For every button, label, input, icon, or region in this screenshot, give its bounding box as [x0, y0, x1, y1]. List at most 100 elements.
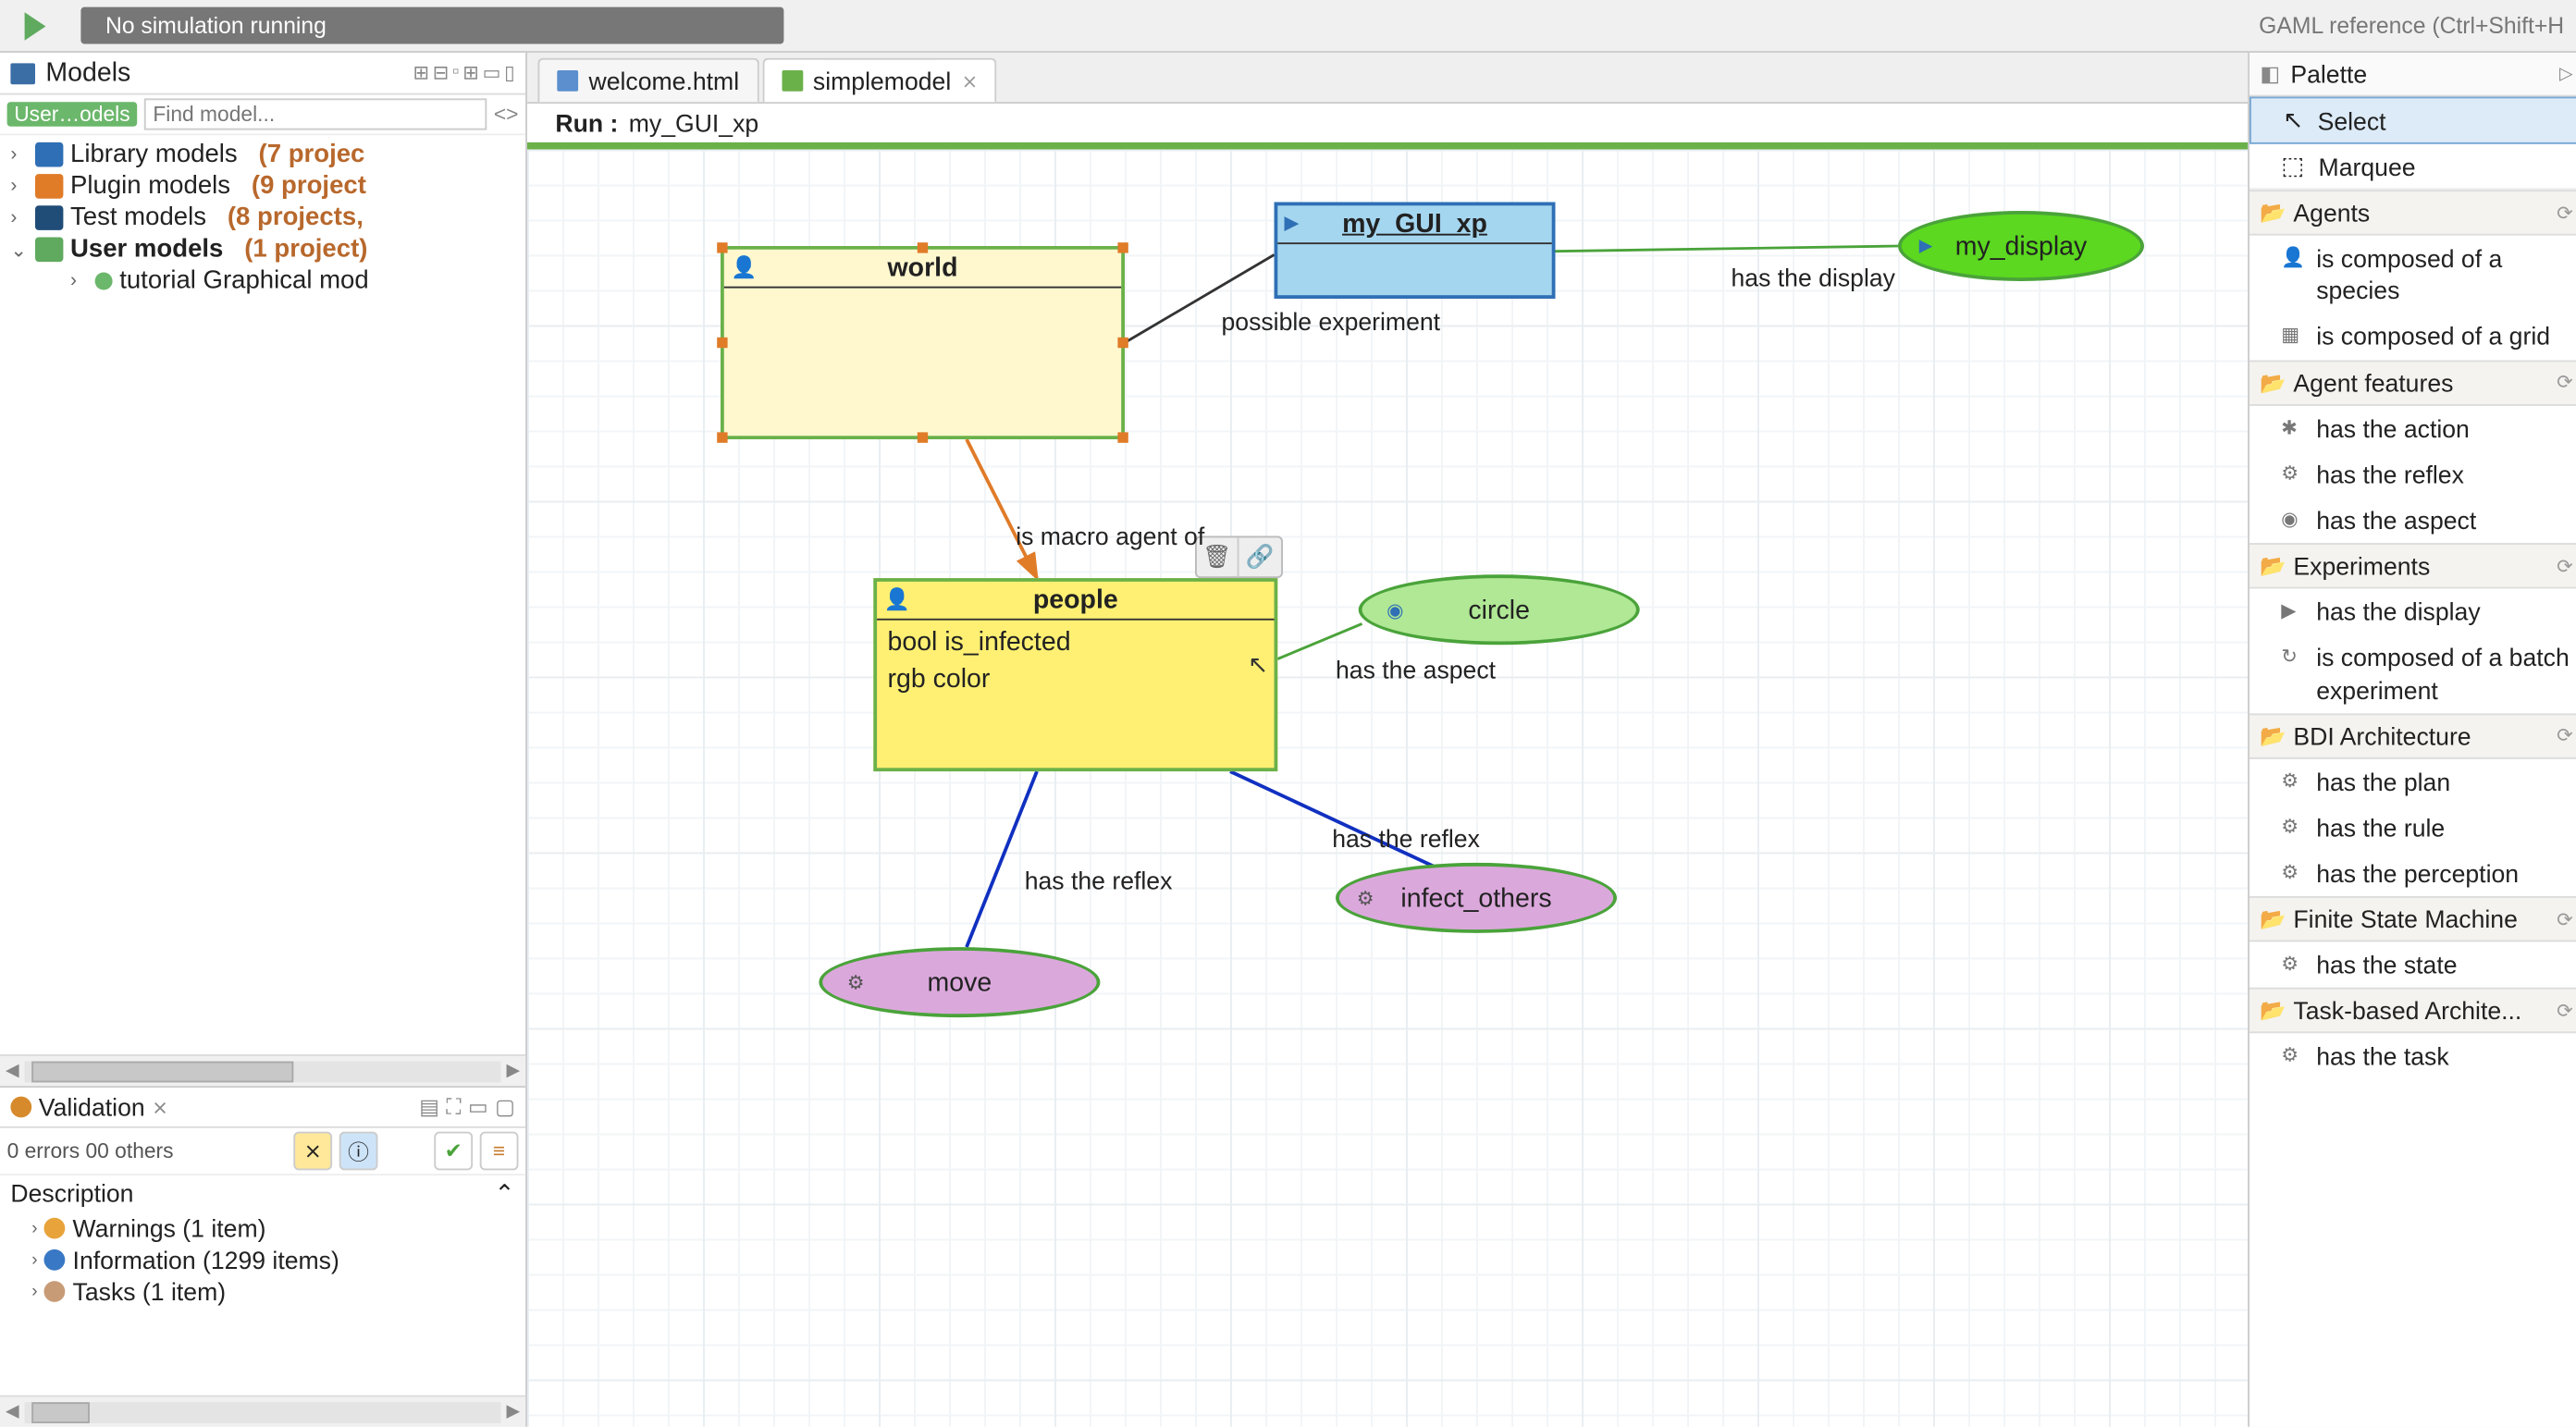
cycle-icon[interactable]: ⟳ [2557, 908, 2573, 931]
models-tree[interactable]: › Library models (7 projec › Plugin mode… [0, 135, 525, 297]
palette-cat-bdi[interactable]: 📂 BDI Architecture ⟳ [2249, 713, 2576, 758]
palette-cat-fsm[interactable]: 📂 Finite State Machine ⟳ [2249, 896, 2576, 941]
btn-icon[interactable]: ▫ [452, 62, 459, 85]
btn-icon[interactable]: ▯ [504, 62, 515, 85]
palette-item[interactable]: ↻is composed of a batch experiment [2249, 634, 2576, 712]
palette-item[interactable]: ⚙has the perception [2249, 851, 2576, 897]
expander-icon[interactable]: › [10, 144, 28, 166]
node-display[interactable]: ▶ my_display [1898, 211, 2144, 281]
palette-item[interactable]: ⚙has the task [2249, 1034, 2576, 1080]
gaml-reference-hint: GAML reference (Ctrl+Shift+H [2259, 12, 2576, 39]
expander-icon[interactable]: ⌄ [10, 238, 28, 261]
palette-item[interactable]: ⚙has the rule [2249, 805, 2576, 851]
tree-count: (9 project [252, 172, 366, 200]
expander-icon[interactable]: › [10, 176, 28, 197]
close-icon[interactable]: ⨯ [152, 1096, 168, 1119]
palette-cat-features[interactable]: 📂 Agent features ⟳ [2249, 360, 2576, 405]
person-icon: 👤 [884, 587, 910, 612]
btn-icon[interactable]: ⊟ [433, 62, 450, 85]
max-icon[interactable]: ▢ [495, 1094, 515, 1121]
expand-icon[interactable]: ⛶ [446, 1094, 461, 1121]
node-experiment[interactable]: ▶my_GUI_xp [1275, 203, 1556, 300]
cycle-icon[interactable]: ⟳ [2557, 555, 2573, 578]
tree-label[interactable]: tutorial Graphical mod [119, 267, 369, 295]
palette-item[interactable]: ⚙has the reflex [2249, 451, 2576, 498]
find-model-input[interactable] [144, 98, 487, 129]
palette-item[interactable]: ▦is composed of a grid [2249, 314, 2576, 360]
node-aspect-circle[interactable]: ◉ circle [1359, 574, 1640, 645]
play-icon: ▶ [2281, 599, 2302, 624]
info-toggle[interactable]: ⓘ [339, 1132, 378, 1171]
tree-count: (1 project) [244, 236, 367, 264]
collapse-icon[interactable]: ▷ [2559, 64, 2573, 83]
nav-fwd[interactable]: > [506, 102, 518, 127]
cat-label: Experiments [2293, 552, 2430, 580]
scroll-right-icon[interactable]: ▶ [501, 1062, 526, 1081]
palette-item[interactable]: 👤is composed of a species [2249, 236, 2576, 314]
cycle-icon[interactable]: ⟳ [2557, 202, 2573, 225]
validation-tab-label[interactable]: Validation [39, 1093, 145, 1121]
palette-item[interactable]: ⚙has the state [2249, 942, 2576, 989]
warning-icon [44, 1218, 66, 1239]
palette-cat-task[interactable]: 📂 Task-based Archite... ⟳ [2249, 989, 2576, 1034]
hscrollbar[interactable]: ◀ ▶ [0, 1396, 525, 1427]
item-label: has the state [2316, 949, 2457, 981]
palette-cat-agents[interactable]: 📂 Agents ⟳ [2249, 190, 2576, 235]
palette-item[interactable]: ◉has the aspect [2249, 498, 2576, 544]
close-icon[interactable]: ⨯ [962, 69, 979, 92]
expander-icon[interactable]: › [31, 1250, 37, 1270]
node-reflex-move[interactable]: ⚙ move [819, 947, 1100, 1017]
expander-icon[interactable]: › [10, 207, 28, 228]
palette-item[interactable]: ✱has the action [2249, 405, 2576, 451]
btn-icon[interactable]: ⊞ [413, 62, 429, 85]
simulation-status: No simulation running [80, 7, 783, 44]
edge-label: possible experiment [1222, 308, 1441, 336]
diagram-canvas[interactable]: 👤world ▶my_GUI_xp ▶ my_display 👤people b… [527, 150, 2248, 1427]
tree-label[interactable]: Library models [70, 141, 238, 168]
scroll-left-icon[interactable]: ◀ [0, 1402, 25, 1421]
tree-label[interactable]: Test models [70, 203, 206, 231]
node-people[interactable]: 👤people bool is_infected rgb color [873, 578, 1277, 771]
node-mini-toolbar[interactable]: 🗑 🔗 [1195, 536, 1283, 579]
warn-toggle[interactable]: ⨯ [293, 1132, 332, 1171]
validation-item[interactable]: Tasks (1 item) [73, 1277, 227, 1305]
user-filter[interactable]: User…odels [7, 102, 138, 127]
cycle-icon[interactable]: ⟳ [2557, 724, 2573, 747]
palette-item[interactable]: ▶has the display [2249, 589, 2576, 635]
node-world[interactable]: 👤world [721, 246, 1125, 439]
scroll-right-icon[interactable]: ▶ [501, 1402, 526, 1421]
expander-icon[interactable]: › [31, 1282, 37, 1301]
palette-item[interactable]: ⚙has the plan [2249, 758, 2576, 805]
palette-cat-experiments[interactable]: 📂 Experiments ⟳ [2249, 543, 2576, 588]
scroll-left-icon[interactable]: ◀ [0, 1062, 25, 1081]
cycle-icon[interactable]: ⟳ [2557, 371, 2573, 394]
btn-icon[interactable]: ⊞ [462, 62, 479, 85]
validation-item[interactable]: Warnings (1 item) [73, 1214, 266, 1242]
nav-back[interactable]: < [494, 102, 506, 127]
tree-label[interactable]: Plugin models [70, 172, 230, 200]
validation-item[interactable]: Information (1299 items) [73, 1246, 339, 1273]
palette-tool-select[interactable]: ↖ Select [2249, 97, 2576, 144]
hscrollbar[interactable]: ◀ ▶ [0, 1054, 525, 1086]
check-toggle[interactable]: ✔ [434, 1132, 473, 1171]
list-toggle[interactable]: ≡ [480, 1132, 519, 1171]
cycle-icon[interactable]: ⟳ [2557, 1000, 2573, 1023]
run-target[interactable]: my_GUI_xp [629, 109, 758, 137]
gear-icon: ⚙ [1357, 887, 1374, 910]
editor-tab-welcome[interactable]: welcome.html [537, 58, 758, 102]
node-reflex-infect[interactable]: ⚙ infect_others [1336, 863, 1617, 933]
expander-icon[interactable]: › [70, 271, 88, 292]
palette-tool-marquee[interactable]: ⬚ Marquee [2249, 144, 2576, 190]
filter-icon[interactable]: ▤ [419, 1094, 439, 1121]
btn-icon[interactable]: ▭ [483, 62, 501, 85]
link-icon[interactable]: 🔗 [1239, 537, 1282, 576]
tree-label[interactable]: User models [70, 236, 223, 264]
models-toolbar[interactable]: ⊞ ⊟ ▫ ⊞ ▭ ▯ [413, 62, 514, 85]
expander-icon[interactable]: › [31, 1219, 37, 1238]
eye-icon: ◉ [2281, 508, 2302, 533]
run-button[interactable] [0, 11, 70, 39]
editor-tab-simplemodel[interactable]: simplemodel ⨯ [762, 58, 997, 102]
collapse-icon[interactable]: ⌃ [494, 1179, 514, 1209]
menu-icon[interactable]: ▭ [468, 1094, 488, 1121]
error-count: 0 errors 00 others [7, 1138, 287, 1163]
